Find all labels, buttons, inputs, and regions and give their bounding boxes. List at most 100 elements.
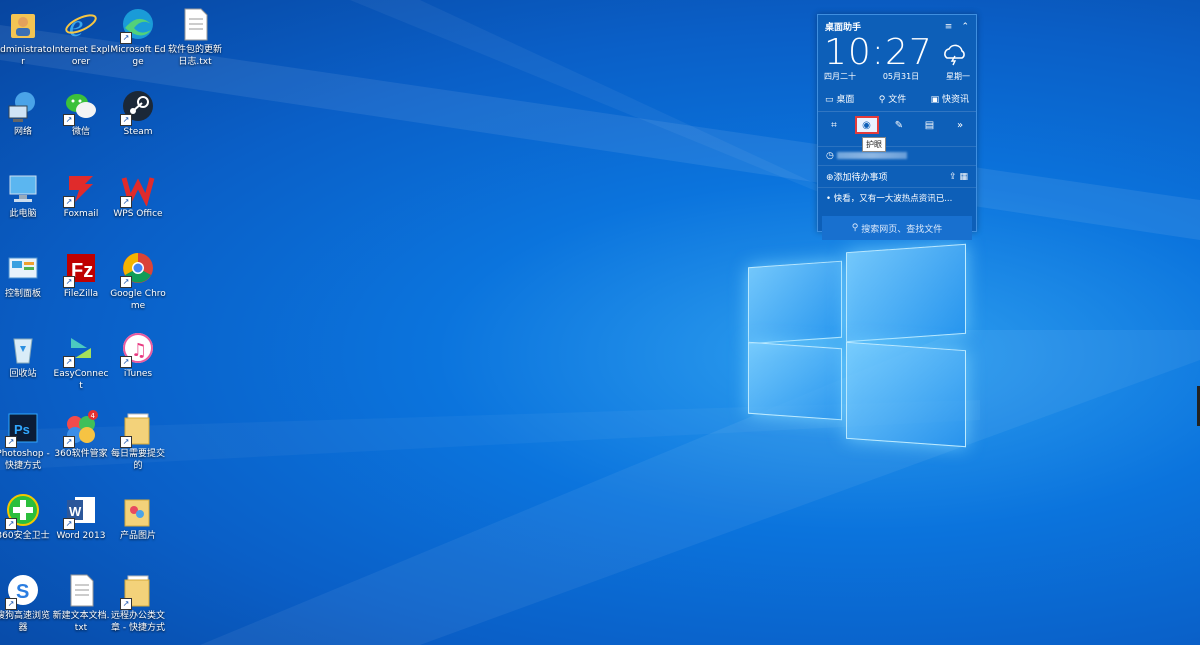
desktop-icon-daily-submit[interactable]: ↗ 每日需要提交的 (109, 410, 167, 472)
share-icon[interactable]: ⇪ (949, 172, 957, 182)
icon-label: FileZilla (63, 289, 99, 299)
menu-icon[interactable]: ≡ (945, 22, 953, 32)
text-file-icon (177, 6, 213, 42)
more-icon[interactable]: » (952, 118, 968, 132)
icon-label: Microsoft Edge (110, 45, 166, 67)
desktop-icon-network[interactable]: 网络 (0, 88, 52, 138)
desktop-icon-remote-office[interactable]: ↗ 远程办公类文章 - 快捷方式 (109, 572, 167, 634)
collapse-icon[interactable]: ⌃ (961, 22, 969, 32)
icon-label: 新建文本文档.txt (52, 611, 110, 633)
icon-label: 每日需要提交的 (110, 449, 165, 471)
desktop-icon-foxmail[interactable]: ↗ Foxmail (52, 170, 110, 220)
icon-label: 360安全卫士 (0, 531, 50, 541)
desktop-icon-easyconnect[interactable]: ↗ EasyConnect (52, 330, 110, 392)
notification-badge: 4 (91, 412, 96, 420)
reminder-row[interactable]: ◷ (826, 151, 907, 161)
weather-icon[interactable] (941, 41, 967, 70)
news-headline[interactable]: • 快看，又有一大波热点资讯已... (826, 192, 952, 204)
icon-label: Photoshop - 快捷方式 (0, 449, 50, 471)
itunes-icon: ♫ ↗ (120, 330, 156, 368)
control-panel-icon (5, 250, 41, 286)
desktop-icon-360-software[interactable]: 4 ↗ 360软件管家 (52, 410, 110, 460)
steam-icon: ↗ (120, 88, 156, 126)
qr-code-icon[interactable]: ▦ (959, 172, 968, 182)
foxmail-icon: ↗ (63, 170, 99, 208)
desktop-icon-administrator[interactable]: Administrator (0, 6, 52, 68)
desktop-icon-edge[interactable]: ↗ Microsoft Edge (109, 6, 167, 68)
sogou-browser-icon: S ↗ (5, 572, 41, 610)
wallpaper-rays (0, 0, 1200, 645)
svg-text:Ps: Ps (14, 422, 30, 437)
nav-quick-info[interactable]: ▣ 快资讯 (931, 92, 969, 105)
desktop-icon-new-text[interactable]: 新建文本文档.txt (52, 572, 110, 634)
nav-desktop[interactable]: ▭ 桌面 (825, 92, 854, 105)
desktop-icon-update-log[interactable]: 软件包的更新日志.txt (166, 6, 224, 68)
svg-text:♫: ♫ (131, 340, 147, 361)
calendar-date: 05月31日 (882, 72, 920, 81)
calculator-icon[interactable]: ▤ (922, 118, 938, 132)
icon-label: 网络 (13, 127, 32, 137)
icon-label: 微信 (71, 127, 90, 137)
icon-label: 控制面板 (4, 289, 41, 299)
icon-label: Foxmail (63, 209, 99, 219)
icon-label: EasyConnect (53, 369, 109, 391)
desktop-icon-360-security[interactable]: ↗ 360安全卫士 (0, 492, 52, 542)
icon-label: 软件包的更新日志.txt (167, 45, 222, 67)
search-icon: ⚲ (878, 95, 889, 105)
note-icon[interactable]: ✎ (891, 118, 907, 132)
text-file-icon (63, 572, 99, 608)
desktop-icon-word[interactable]: W ↗ Word 2013 (52, 492, 110, 542)
network-icon (5, 88, 41, 124)
add-todo[interactable]: ⊕添加待办事项 (826, 170, 888, 183)
icon-label: Google Chrome (110, 289, 166, 311)
icon-label: 回收站 (9, 369, 37, 379)
desktop-icon-steam[interactable]: ↗ Steam (109, 88, 167, 138)
desktop-icon-recycle-bin[interactable]: 回收站 (0, 330, 52, 380)
widget-search-box[interactable]: ⚲ 搜索网页、查找文件 (822, 216, 972, 240)
search-placeholder: 搜索网页、查找文件 (861, 224, 943, 235)
desktop-icon-wps[interactable]: ↗ WPS Office (109, 170, 167, 220)
photoshop-icon: Ps ↗ (5, 410, 41, 448)
crop-icon[interactable]: ⌗ (826, 118, 842, 132)
folder-icon: ↗ (120, 410, 156, 448)
desktop-icon-wechat[interactable]: ↗ 微信 (52, 88, 110, 138)
wechat-icon: ↗ (63, 88, 99, 126)
lunar-date: 四月二十 (824, 72, 856, 81)
chrome-icon: ↗ (120, 250, 156, 288)
icon-label: Word 2013 (56, 531, 106, 541)
desktop-assistant-widget: 桌面助手 ≡ ⌃ 10:27 四月二十 05月31日 星期一 ▭ 桌面 ⚲ 文件… (817, 14, 977, 240)
easyconnect-icon: ↗ (63, 330, 99, 368)
user-folder-icon (5, 6, 41, 42)
monitor-icon: ▭ (825, 95, 837, 105)
news-icon: ▣ (930, 95, 942, 105)
desktop-icon-this-pc[interactable]: 此电脑 (0, 170, 52, 220)
desktop-icon-itunes[interactable]: ♫ ↗ iTunes (109, 330, 167, 380)
icon-label: iTunes (123, 369, 153, 379)
desktop-icon-filezilla[interactable]: Fz ↗ FileZilla (52, 250, 110, 300)
ie-icon: e (63, 6, 99, 43)
edge-icon: ↗ (120, 6, 156, 44)
desktop-icon-product-images[interactable]: 产品图片 (109, 492, 167, 542)
desktop-icon-chrome[interactable]: ↗ Google Chrome (109, 250, 167, 312)
recycle-bin-icon (5, 330, 41, 366)
icon-label: WPS Office (113, 209, 163, 219)
clock-time: 10:27 (824, 32, 933, 73)
nav-files[interactable]: ⚲ 文件 (879, 92, 906, 105)
icon-label: 产品图片 (119, 531, 156, 541)
desktop-icon-sogou-browser[interactable]: S ↗ 搜狗高速浏览器 (0, 572, 52, 634)
word-icon: W ↗ (63, 492, 99, 530)
search-icon: ⚲ (851, 223, 862, 233)
icon-label: 360软件管家 (54, 449, 108, 459)
icon-label: Administrator (0, 45, 52, 67)
folder-icon (120, 492, 156, 528)
eye-care-tooltip: 护眼 (862, 137, 886, 152)
folder-icon: ↗ (120, 572, 156, 610)
desktop-icon-internet-explorer[interactable]: e Internet Explorer (52, 6, 110, 68)
eye-care-icon[interactable]: ◉ (854, 116, 879, 134)
desktop-icon-photoshop[interactable]: Ps ↗ Photoshop - 快捷方式 (0, 410, 52, 472)
desktop-icon-control-panel[interactable]: 控制面板 (0, 250, 52, 300)
wps-icon: ↗ (120, 170, 156, 208)
plus-circle-icon: ⊕ (826, 173, 834, 183)
icon-label: 此电脑 (9, 209, 37, 219)
360-software-icon: 4 ↗ (63, 410, 99, 448)
